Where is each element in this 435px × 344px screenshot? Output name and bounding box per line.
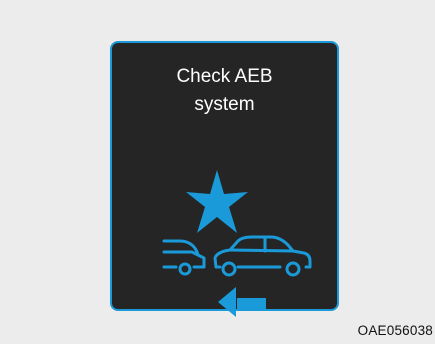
aeb-collision-warning-icon <box>112 163 341 317</box>
arrow-left-icon <box>218 287 266 317</box>
warning-message-line-2: system <box>194 94 255 115</box>
warning-message: Check AEB system <box>112 63 337 119</box>
cluster-warning-display: Check AEB system <box>110 41 341 317</box>
figure-code: OAE056038 <box>357 323 433 338</box>
warning-message-line-1: Check AEB <box>176 66 273 87</box>
